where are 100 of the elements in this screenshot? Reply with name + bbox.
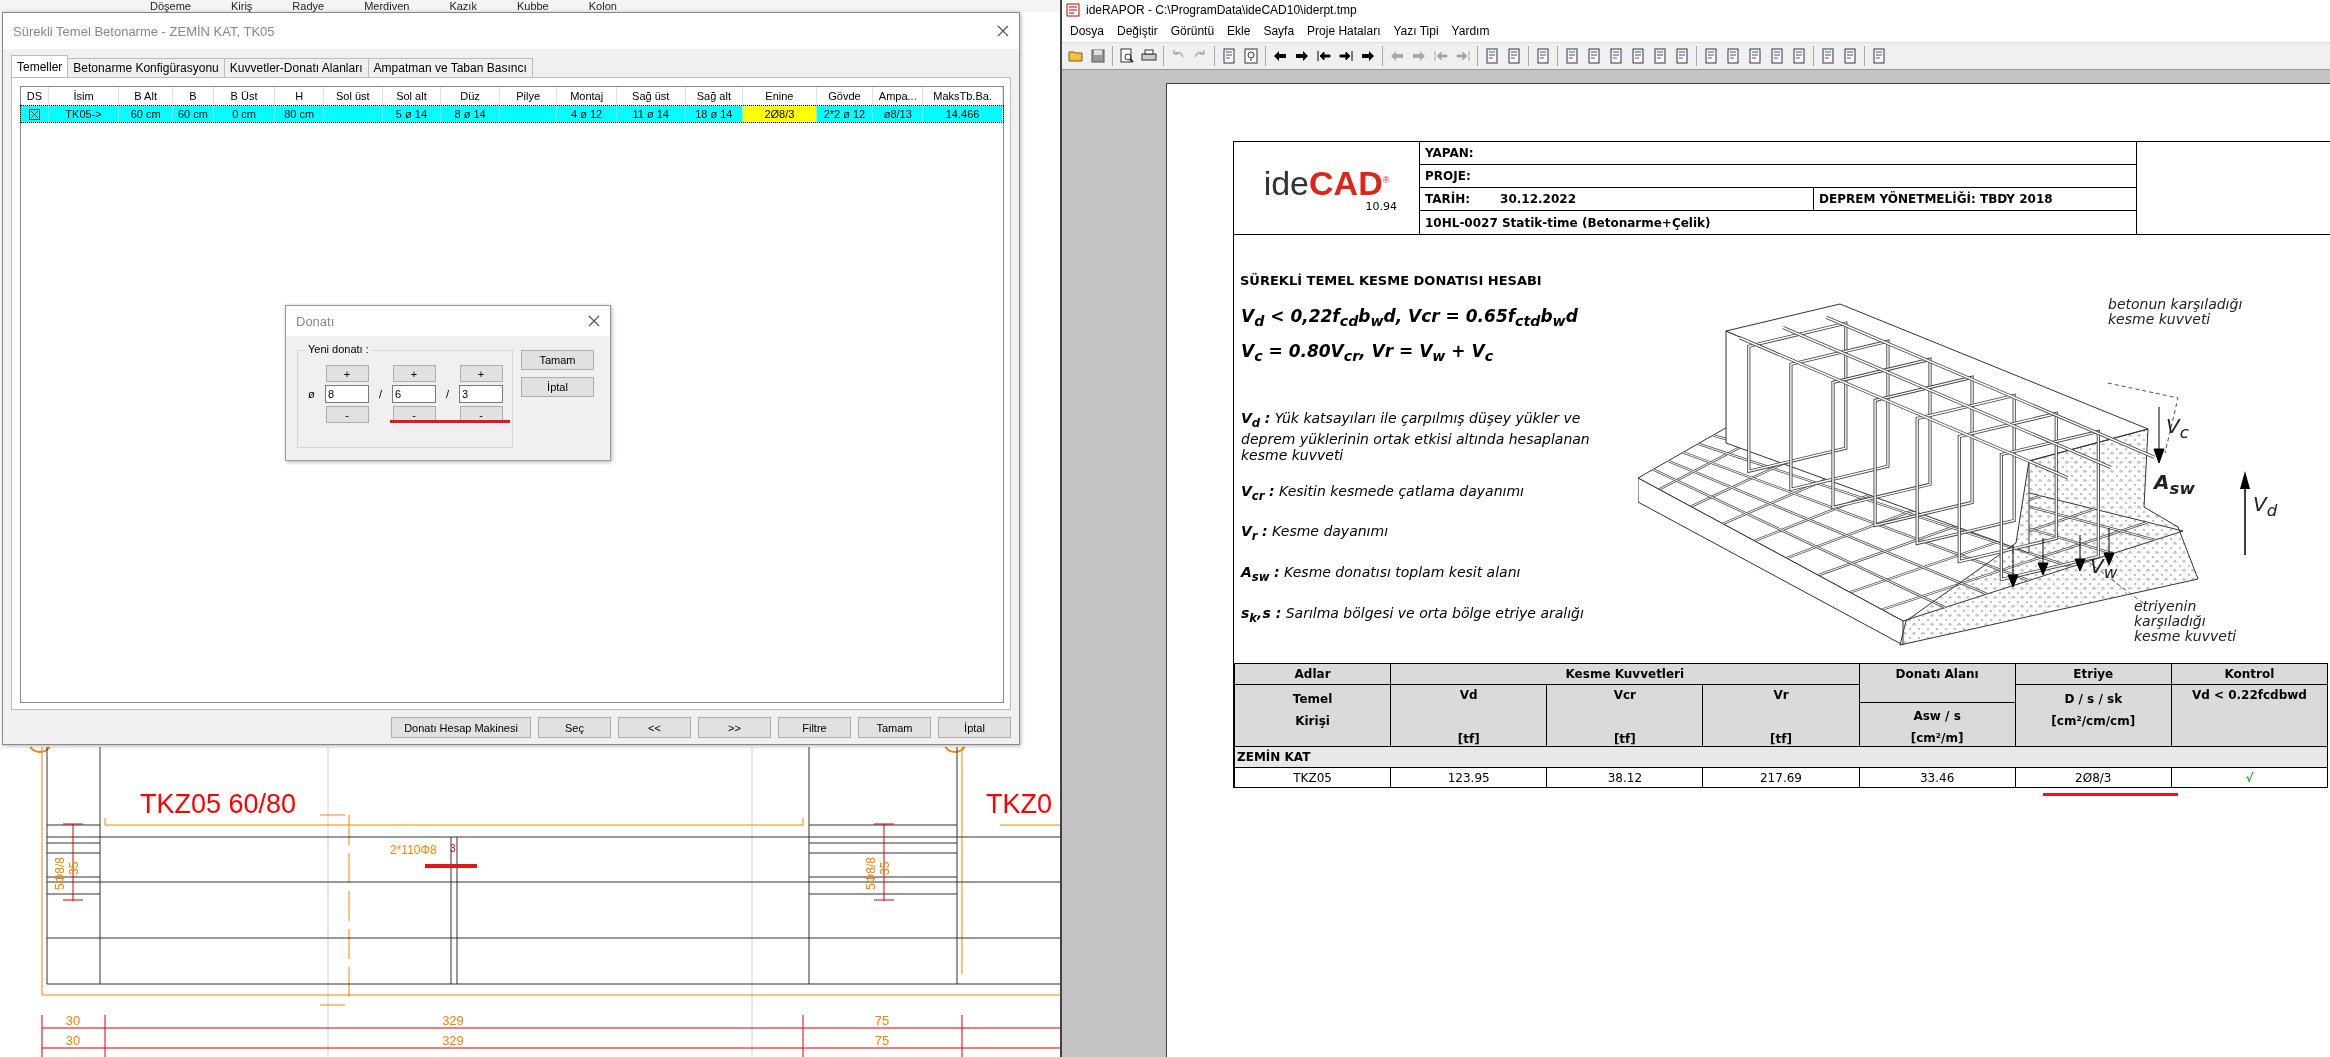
table-cell: 60 cm — [172, 105, 214, 122]
column-header: Kontrol — [2224, 667, 2275, 681]
page-icon[interactable] — [1791, 48, 1807, 64]
menu-item[interactable]: Değiştir — [1117, 24, 1158, 38]
dialog-button[interactable]: Filtre — [778, 717, 851, 738]
save-icon[interactable] — [1090, 48, 1106, 64]
column-header: Donatı Alanı — [1895, 667, 1979, 681]
table-cell: 5 ø 14 — [382, 105, 441, 122]
field-label: TARİH: — [1425, 192, 1471, 206]
window-title: Donatı — [296, 313, 335, 329]
help-page-icon[interactable] — [1243, 48, 1259, 64]
page-icon[interactable] — [1820, 48, 1836, 64]
input-field[interactable]: 8 — [325, 385, 369, 403]
dimension-label: 30 — [65, 1013, 81, 1028]
checkbox[interactable] — [28, 108, 40, 120]
dialog-button[interactable]: >> — [698, 717, 771, 738]
print-preview-icon[interactable] — [1119, 48, 1135, 64]
figure-label: V$_{d}$ — [2253, 493, 2278, 522]
table-row[interactable]: TK05-> 60 cm 60 cm 0 cm 80 cm 5 ø 14 8 ø 14 4 ø 12 11 ø 14 18 ø 14 2Ø8/3 2*2 ø 12 ø8/13 14.466 — [21, 105, 1003, 122]
length-label: 35 — [878, 861, 892, 875]
date-value: 30.12.2022 — [1500, 192, 1576, 206]
arrow-to-start-icon[interactable] — [1316, 48, 1332, 64]
menu-item[interactable]: Görüntü — [1170, 24, 1215, 38]
page-icon[interactable] — [1871, 48, 1887, 64]
folder-icon[interactable] — [1068, 48, 1084, 64]
column-header: Vr — [1772, 688, 1790, 702]
beam-label: TKZ05 60/80 — [140, 789, 297, 819]
dimension-label: 329 — [442, 1033, 464, 1048]
column-header: Vd — [1458, 688, 1479, 702]
table-cell: 11 ø 14 — [616, 105, 685, 122]
table-cell: 60 cm — [118, 105, 173, 122]
table-cell: 2*2 ø 12 — [816, 105, 873, 122]
figure-label: V$_{w}$ — [2090, 555, 2118, 584]
column-header: Vcr — [1612, 688, 1637, 702]
dialog-button[interactable]: Tamam — [521, 350, 594, 370]
page-icon[interactable] — [1674, 48, 1690, 64]
page-icon[interactable] — [1703, 48, 1719, 64]
dimension-label: 75 — [874, 1013, 890, 1028]
tab[interactable]: Betonarme Konfigürasyonu — [67, 58, 225, 77]
menu-item[interactable]: Sayfa — [1263, 24, 1295, 38]
definition-text: A$_{sw}$ : Kesme donatısı toplam kesit alanı — [1241, 564, 1522, 585]
dialog-button[interactable]: İptal — [938, 717, 1011, 738]
menu-item[interactable]: Ekle — [1227, 24, 1251, 38]
toolbar-label[interactable]: Kiriş — [230, 0, 253, 12]
menu-item[interactable]: Proje Hataları — [1307, 24, 1381, 38]
page-icon[interactable] — [1630, 48, 1646, 64]
page-icon[interactable] — [1506, 48, 1522, 64]
check-mark: √ — [2171, 767, 2328, 788]
section-label: ZEMİN KAT — [1237, 750, 1311, 764]
page-icon[interactable] — [1652, 48, 1668, 64]
regulation-label: DEPREM YÖNETMELİĞİ: TBDY 2018 — [1819, 192, 2053, 206]
separator-label: / — [377, 388, 384, 400]
page-icon[interactable] — [1608, 48, 1624, 64]
toolbar-label[interactable]: Merdiven — [364, 0, 410, 12]
toolbar-label[interactable]: Radye — [292, 0, 325, 12]
dialog-button[interactable]: << — [618, 717, 691, 738]
length-label: 35 — [67, 861, 81, 875]
page-icon[interactable] — [1725, 48, 1741, 64]
arrow-right-icon[interactable] — [1294, 48, 1310, 64]
arrow-right-icon[interactable] — [1360, 48, 1376, 64]
dialog-button[interactable]: Seç — [538, 717, 611, 738]
page-icon[interactable] — [1586, 48, 1602, 64]
page-icon[interactable] — [1769, 48, 1785, 64]
dialog-button[interactable]: Tamam — [858, 717, 931, 738]
increment-button[interactable]: + — [325, 365, 369, 382]
toolbar-label[interactable]: Kolon — [588, 0, 617, 12]
page-icon[interactable] — [1484, 48, 1500, 64]
column-header: Vd < 0.22fcdbwd — [2191, 688, 2307, 702]
dialog-button[interactable]: İptal — [521, 377, 594, 397]
toolbar-label[interactable]: Döşeme — [150, 0, 191, 12]
close-icon[interactable] — [588, 315, 600, 327]
page-icon[interactable] — [1842, 48, 1858, 64]
toolbar-label[interactable]: Kubbe — [516, 0, 549, 12]
tab[interactable]: Temeller — [11, 55, 69, 77]
arrow-to-start-icon[interactable] — [1433, 48, 1449, 64]
printer-icon[interactable] — [1141, 48, 1157, 64]
page-icon[interactable] — [1221, 48, 1237, 64]
definition-text: V$_{d}$ : Yük katsayıları ile çarpılmış düşey yükler ve deprem yüklerinin ortak etkisi altında hesaplanan kesme kuvveti — [1241, 409, 1591, 463]
toolbar-label[interactable]: Kazık — [449, 0, 477, 12]
increment-button[interactable]: + — [392, 365, 436, 382]
decrement-button[interactable]: - — [325, 406, 369, 423]
unit-label: [tf] — [1612, 732, 1637, 746]
tab[interactable]: Ampatman ve Taban Basıncı — [367, 58, 533, 77]
formula: V$_{c}$ = 0.80V$_{cr}$, Vr = V$_{w}$ + V$_{c}$ — [1241, 340, 1495, 367]
menu-item[interactable]: Dosya — [1070, 24, 1104, 38]
menu-item[interactable]: Yardım — [1451, 24, 1490, 38]
input-field[interactable]: 3 — [459, 385, 503, 403]
column-header: Etriye — [2073, 667, 2114, 681]
increment-button[interactable]: + — [459, 365, 503, 382]
table-cell: 0 cm — [213, 105, 275, 122]
page-icon[interactable] — [1747, 48, 1763, 64]
dialog-button[interactable]: Donatı Hesap Makinesi — [391, 717, 531, 738]
input-field[interactable]: 6 — [392, 385, 436, 403]
menu-item[interactable]: Yazı Tipi — [1393, 24, 1439, 38]
close-icon[interactable] — [997, 25, 1009, 37]
arrow-to-end-icon[interactable] — [1338, 48, 1354, 64]
page-icon[interactable] — [1535, 48, 1551, 64]
page-icon[interactable] — [1564, 48, 1580, 64]
window-title: Sürekli Temel Betonarme - ZEMİN KAT, TK05 — [13, 23, 275, 39]
dimension-label: 329 — [442, 1013, 464, 1028]
